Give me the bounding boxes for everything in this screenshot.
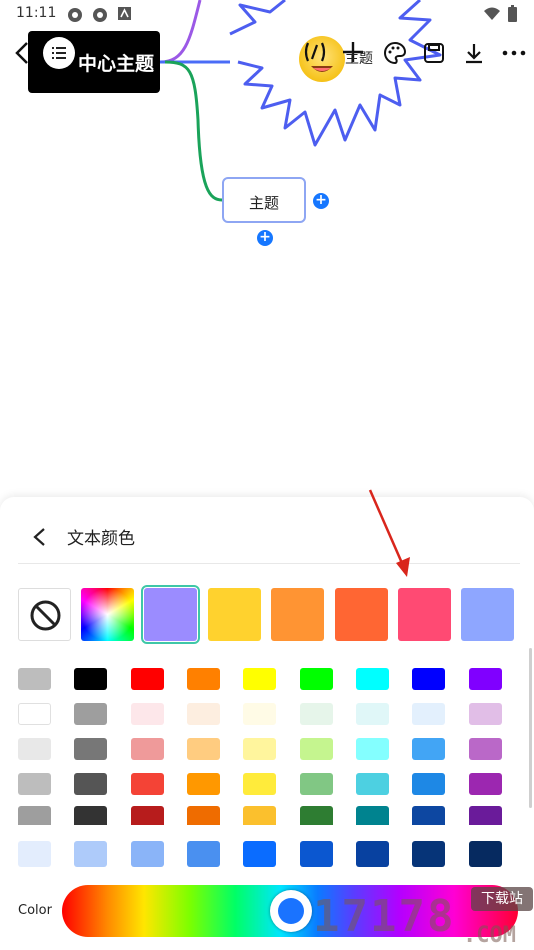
- sheet-divider: [18, 563, 520, 564]
- palette-icon[interactable]: [383, 41, 407, 65]
- color-grid: [0, 660, 534, 825]
- color-swatch[interactable]: [356, 668, 389, 690]
- center-topic-label: 中心主题: [78, 53, 155, 75]
- color-swatch[interactable]: [469, 806, 502, 825]
- color-swatch[interactable]: [412, 668, 445, 690]
- color-swatch[interactable]: [300, 703, 333, 725]
- color-swatch[interactable]: [243, 806, 276, 825]
- topic-node-label: 主题: [248, 194, 279, 212]
- color-swatch[interactable]: [131, 703, 164, 725]
- color-swatch[interactable]: [187, 773, 220, 795]
- color-swatch[interactable]: [469, 841, 502, 867]
- custom-color-swatch[interactable]: [81, 588, 134, 641]
- color-swatch[interactable]: [18, 841, 51, 867]
- featured-color-swatch[interactable]: [398, 588, 451, 641]
- color-swatch[interactable]: [412, 806, 445, 825]
- color-swatch[interactable]: [18, 738, 51, 760]
- color-swatch[interactable]: [131, 738, 164, 760]
- save-icon[interactable]: [422, 41, 446, 65]
- color-swatch[interactable]: [412, 773, 445, 795]
- color-swatch[interactable]: [243, 703, 276, 725]
- hue-thumb-indicator: [278, 898, 304, 924]
- color-swatch[interactable]: [300, 738, 333, 760]
- mindmap-canvas[interactable]: 中心主题 主题 + + 主题: [0, 0, 534, 500]
- color-swatch[interactable]: [18, 806, 51, 825]
- featured-color-swatch[interactable]: [461, 588, 514, 641]
- color-swatch[interactable]: [187, 841, 220, 867]
- text-style-icon[interactable]: [302, 40, 328, 64]
- featured-color-swatch[interactable]: [141, 585, 200, 644]
- menu-button[interactable]: [43, 37, 75, 69]
- color-swatch[interactable]: [74, 806, 107, 825]
- back-arrow-icon[interactable]: [12, 40, 32, 66]
- color-swatch[interactable]: [243, 738, 276, 760]
- color-swatch[interactable]: [469, 773, 502, 795]
- color-swatch[interactable]: [356, 773, 389, 795]
- color-swatch[interactable]: [243, 773, 276, 795]
- topic-node[interactable]: 主题: [222, 177, 306, 223]
- color-swatch[interactable]: [18, 668, 51, 690]
- color-swatch[interactable]: [412, 841, 445, 867]
- featured-color-swatch[interactable]: [208, 588, 261, 641]
- color-slider-label: Color: [18, 903, 52, 918]
- color-swatch[interactable]: [356, 841, 389, 867]
- annotation-arrow: [368, 489, 410, 577]
- color-swatch[interactable]: [469, 668, 502, 690]
- no-color-icon: [30, 600, 61, 631]
- color-swatch[interactable]: [412, 703, 445, 725]
- color-swatch[interactable]: [131, 806, 164, 825]
- more-icon[interactable]: [502, 48, 526, 58]
- color-swatch[interactable]: [300, 773, 333, 795]
- color-swatch[interactable]: [74, 668, 107, 690]
- color-swatch[interactable]: [131, 668, 164, 690]
- color-swatch[interactable]: [412, 738, 445, 760]
- sheet-back-icon[interactable]: [30, 526, 50, 548]
- color-swatch[interactable]: [74, 773, 107, 795]
- color-swatch[interactable]: [356, 806, 389, 825]
- color-swatch[interactable]: [187, 703, 220, 725]
- color-swatch[interactable]: [187, 738, 220, 760]
- sheet-title: 文本颜色: [67, 529, 135, 549]
- list-icon: [52, 47, 66, 59]
- no-color-swatch[interactable]: [18, 588, 71, 641]
- color-swatch[interactable]: [243, 668, 276, 690]
- download-icon[interactable]: [462, 41, 486, 65]
- color-swatch[interactable]: [469, 738, 502, 760]
- color-swatch[interactable]: [300, 841, 333, 867]
- featured-color-swatch[interactable]: [335, 588, 388, 641]
- topic-label-partial: 主题: [345, 51, 373, 67]
- color-swatch[interactable]: [74, 841, 107, 867]
- color-grid-blue-row: [0, 840, 534, 868]
- color-swatch[interactable]: [243, 841, 276, 867]
- color-swatch[interactable]: [74, 703, 107, 725]
- color-swatch[interactable]: [356, 703, 389, 725]
- color-swatch[interactable]: [18, 703, 51, 725]
- color-swatch[interactable]: [131, 841, 164, 867]
- color-swatch[interactable]: [187, 668, 220, 690]
- color-swatch[interactable]: [300, 668, 333, 690]
- add-child-button[interactable]: +: [257, 230, 273, 246]
- color-swatch[interactable]: [300, 806, 333, 825]
- color-swatch[interactable]: [18, 773, 51, 795]
- add-sibling-button[interactable]: +: [313, 193, 329, 209]
- color-swatch[interactable]: [131, 773, 164, 795]
- color-swatch[interactable]: [469, 703, 502, 725]
- featured-color-swatch[interactable]: [271, 588, 324, 641]
- color-swatch[interactable]: [74, 738, 107, 760]
- color-swatch[interactable]: [187, 806, 220, 825]
- color-swatch[interactable]: [356, 738, 389, 760]
- scrollbar[interactable]: [529, 648, 532, 808]
